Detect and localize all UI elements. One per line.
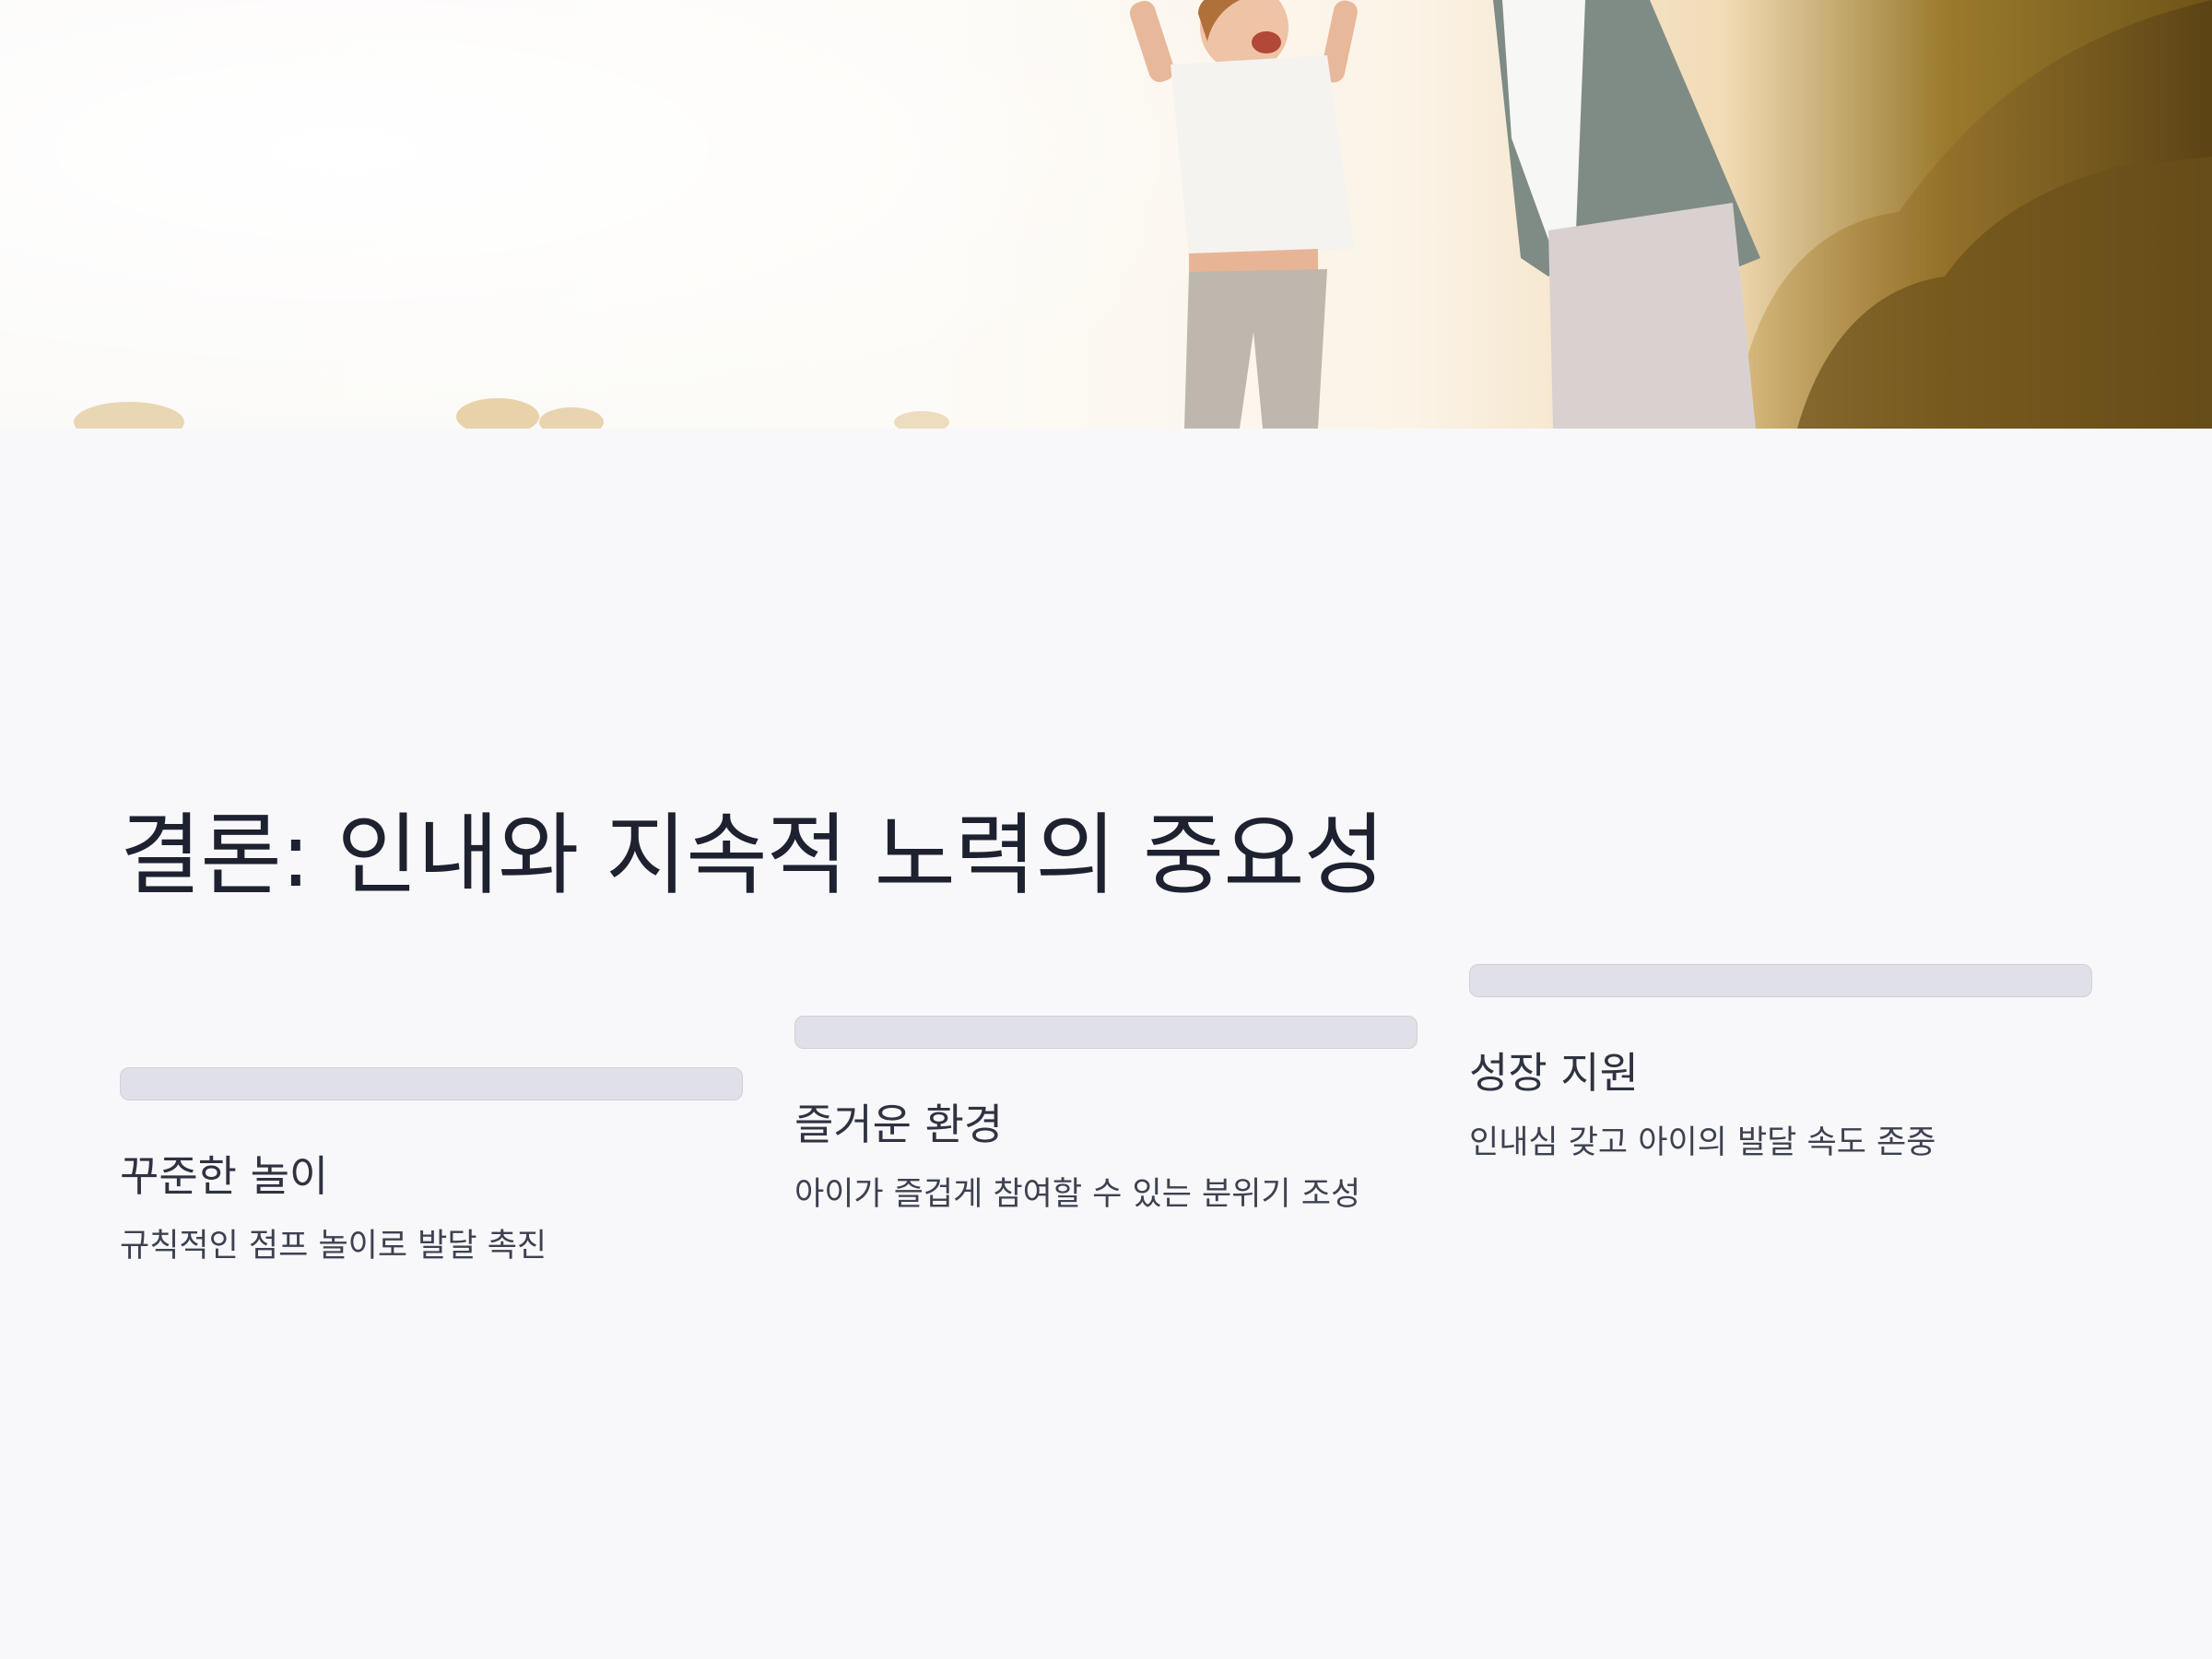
card-accent-bar xyxy=(120,1067,743,1100)
card-fun-environment: 즐거운 환경 아이가 즐겁게 참여할 수 있는 분위기 조성 xyxy=(794,1016,1418,1215)
card-title: 성장 지원 xyxy=(1469,1048,1639,1098)
card-consistent-play: 꾸준한 놀이 규칙적인 점프 놀이로 발달 촉진 xyxy=(120,1067,743,1266)
card-accent-bar xyxy=(1469,964,2092,997)
card-title: 즐거운 환경 xyxy=(794,1100,1004,1149)
card-growth-support: 성장 지원 인내심 갖고 아이의 발달 속도 존중 xyxy=(1469,964,2092,1163)
card-description: 인내심 갖고 아이의 발달 속도 존중 xyxy=(1469,1124,1936,1161)
card-description: 아이가 즐겁게 참여할 수 있는 분위기 조성 xyxy=(794,1176,1361,1213)
card-title: 꾸준한 놀이 xyxy=(120,1151,329,1201)
card-description: 규칙적인 점프 놀이로 발달 촉진 xyxy=(120,1228,547,1265)
card-accent-bar xyxy=(794,1016,1418,1049)
adult-figure xyxy=(1493,0,1760,429)
hero-image xyxy=(0,0,2212,429)
hero-photo-illustration xyxy=(0,0,2212,429)
slide-title: 결론: 인내와 지속적 노력의 중요성 xyxy=(120,804,1385,907)
